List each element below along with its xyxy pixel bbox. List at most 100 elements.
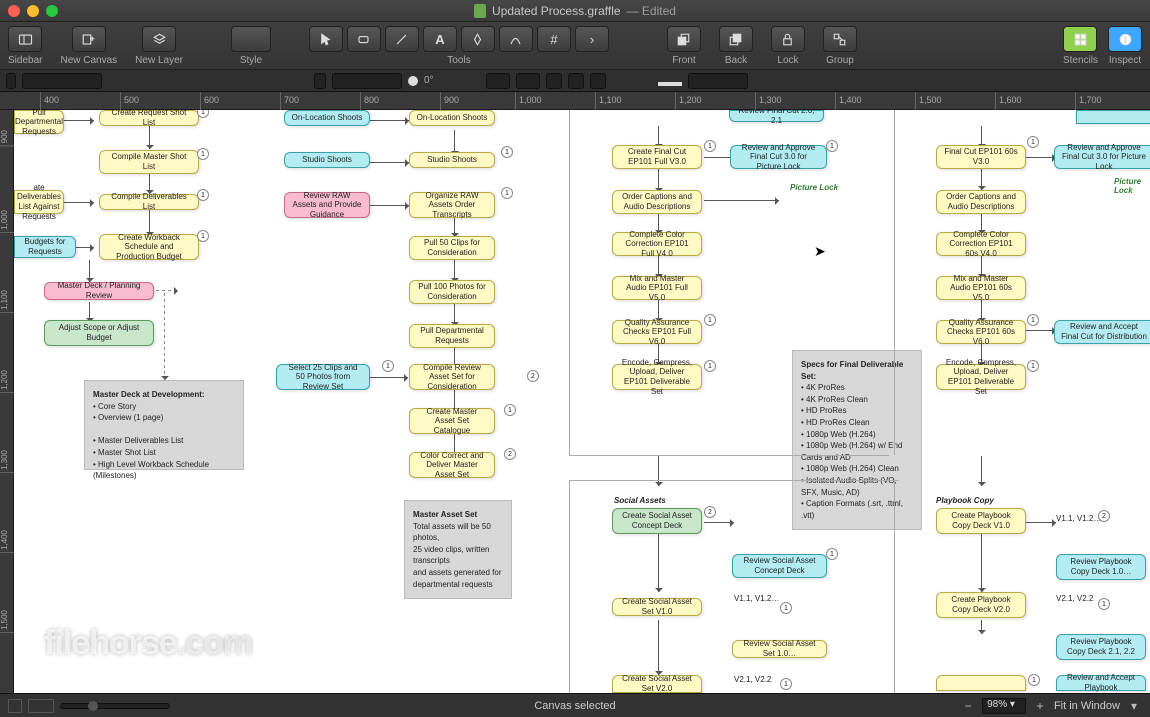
zoom-slider[interactable] <box>60 703 170 709</box>
specs-note[interactable]: Specs for Final Deliverable Set: • 4K Pr… <box>792 350 922 530</box>
flow-node[interactable]: Mix and Master Audio EP101 60s V5.0 <box>936 276 1026 300</box>
flow-node[interactable]: Adjust Scope or Adjust Budget <box>44 320 154 346</box>
flow-node[interactable]: Select 25 Clips and 50 Photos from Revie… <box>276 364 370 390</box>
flow-node[interactable]: Create Social Asset Concept Deck <box>612 508 702 534</box>
send-back-button[interactable] <box>719 26 753 52</box>
ruler-tick: 1,400 <box>835 92 862 110</box>
flow-node[interactable]: On-Location Shoots <box>284 110 370 126</box>
tool-pen[interactable] <box>461 26 495 52</box>
flow-node[interactable]: Quality Assurance Checks EP101 60s V6.0 <box>936 320 1026 344</box>
flow-node[interactable]: Final Cut EP101 60s V3.0 <box>936 145 1026 169</box>
flow-node[interactable]: Review and Accept Final Cut for Distribu… <box>1054 320 1150 344</box>
flow-node[interactable]: Create Request Shot List <box>99 110 199 126</box>
prop-ruler-toggle[interactable] <box>6 73 16 89</box>
flow-node[interactable]: Organize RAW Assets Order Transcripts <box>409 192 495 218</box>
flow-node[interactable]: Create Workback Schedule and Production … <box>99 234 199 260</box>
flow-node[interactable]: Encode, Compress, Upload, Deliver EP101 … <box>936 364 1026 390</box>
badge: 1 <box>1027 314 1039 326</box>
fit-window-button[interactable]: Fit in Window <box>1054 700 1120 712</box>
flow-node[interactable]: On-Location Shoots <box>409 110 495 126</box>
flow-node[interactable]: Review Final Cut 2.0, 2.1 <box>729 110 824 122</box>
zoom-out-icon[interactable]: − <box>960 698 976 714</box>
tool-browse[interactable]: › <box>575 26 609 52</box>
tool-point[interactable] <box>499 26 533 52</box>
flow-node[interactable]: Create Final Cut EP101 Full V3.0 <box>612 145 702 169</box>
flow-node[interactable]: Studio Shoots <box>409 152 495 168</box>
flow-node[interactable]: Review Playbook Copy Deck 2.1, 2.2 <box>1056 634 1146 660</box>
style-swatch-button[interactable] <box>231 26 271 52</box>
canvas-overview-button[interactable] <box>8 699 22 713</box>
prop-stroke[interactable] <box>516 73 540 89</box>
master-asset-note[interactable]: Master Asset Set Total assets will be 50… <box>404 500 512 599</box>
flow-node[interactable]: Review Social Asset Set 1.0… <box>732 640 827 658</box>
flow-node[interactable]: Pull 100 Photos for Consideration <box>409 280 495 304</box>
prop-stroke-style-c[interactable] <box>590 73 606 89</box>
note-title: Master Deck at Development: <box>93 390 205 399</box>
flow-node[interactable]: Create Playbook Copy Deck V1.0 <box>936 508 1026 534</box>
flow-node[interactable]: Create Playbook Copy Deck V2.0 <box>936 592 1026 618</box>
flow-node[interactable] <box>936 675 1026 691</box>
flow-node[interactable]: Review RAW Assets and Provide Guidance <box>284 192 370 218</box>
presentation-button[interactable] <box>28 699 54 713</box>
prop-align-icon[interactable] <box>314 73 326 89</box>
flow-node[interactable]: Complete Color Correction EP101 60s V4.0 <box>936 232 1026 256</box>
flow-node[interactable]: Order Captions and Audio Descriptions <box>612 190 702 214</box>
new-layer-button[interactable] <box>142 26 176 52</box>
tool-select[interactable] <box>309 26 343 52</box>
chevron-down-icon[interactable]: ▾ <box>1126 698 1142 714</box>
flow-node[interactable]: Compile Review Asset Set for Considerati… <box>409 364 495 390</box>
flow-node[interactable]: Compile Deliverables List <box>99 194 199 210</box>
flow-node[interactable]: Review Playbook Copy Deck 1.0… <box>1056 554 1146 580</box>
zoom-in-icon[interactable]: + <box>1032 698 1048 714</box>
prop-line-weight[interactable] <box>688 73 748 89</box>
tool-grid[interactable]: # <box>537 26 571 52</box>
flow-node[interactable]: Review Social Asset Concept Deck <box>732 554 827 578</box>
bring-front-button[interactable] <box>667 26 701 52</box>
group-button[interactable] <box>823 26 857 52</box>
flow-node[interactable]: Compile Master Shot List <box>99 150 199 174</box>
flow-node[interactable]: ate Deliverables List Against Requests <box>14 190 64 214</box>
canvas[interactable]: Pull Departmental Requests Create Reques… <box>14 110 1150 693</box>
ruler-vertical: 900 1,000 1,100 1,200 1,300 1,400 1,500 <box>0 110 14 693</box>
sidebar-toggle-button[interactable] <box>8 26 42 52</box>
flow-node[interactable]: Master Deck / Planning Review <box>44 282 154 300</box>
flow-node[interactable]: Encode, Compress, Upload, Deliver EP101 … <box>612 364 702 390</box>
new-canvas-button[interactable] <box>72 26 106 52</box>
flow-node[interactable]: Pull Departmental Requests <box>409 324 495 348</box>
tool-line[interactable] <box>385 26 419 52</box>
prop-font[interactable] <box>22 73 102 89</box>
window-titlebar: Updated Process.graffle — Edited <box>0 0 1150 22</box>
flow-node[interactable]: Create Master Asset Set Catalogue <box>409 408 495 434</box>
flow-node[interactable]: Complete Color Correction EP101 Full V4.… <box>612 232 702 256</box>
flow-node[interactable]: Budgets for Requests <box>14 236 76 258</box>
connector <box>704 522 734 523</box>
flow-node[interactable]: Review and Accept Playbook <box>1056 675 1146 691</box>
flow-node[interactable]: Pull Departmental Requests <box>14 110 64 134</box>
maximize-icon[interactable] <box>46 5 58 17</box>
flow-node[interactable]: Create Social Asset Set V2.0 <box>612 675 702 693</box>
flow-node[interactable]: Quality Assurance Checks EP101 Full V6.0 <box>612 320 702 344</box>
minimize-icon[interactable] <box>27 5 39 17</box>
flow-node[interactable]: Order Captions and Audio Descriptions <box>936 190 1026 214</box>
flow-node[interactable]: Pull 50 Clips for Consideration <box>409 236 495 260</box>
tool-text[interactable]: A <box>423 26 457 52</box>
flow-node[interactable]: Color Correct and Deliver Master Asset S… <box>409 452 495 478</box>
close-icon[interactable] <box>8 5 20 17</box>
master-deck-note[interactable]: Master Deck at Development: • Core Story… <box>84 380 244 470</box>
lock-button[interactable] <box>771 26 805 52</box>
flow-node[interactable]: Create Social Asset Set V1.0 <box>612 598 702 616</box>
stencils-button[interactable] <box>1063 26 1097 52</box>
prop-fill[interactable] <box>486 73 510 89</box>
flow-node[interactable] <box>1076 110 1150 124</box>
flow-node[interactable]: Mix and Master Audio EP101 Full V5.0 <box>612 276 702 300</box>
rotation-knob-icon[interactable] <box>408 76 418 86</box>
inspect-button[interactable]: i <box>1108 26 1142 52</box>
prop-align-select[interactable] <box>332 73 402 89</box>
flow-node[interactable]: Review and Approve Final Cut 3.0 for Pic… <box>1054 145 1150 169</box>
flow-node[interactable]: Review and Approve Final Cut 3.0 for Pic… <box>730 145 827 169</box>
tool-shape[interactable] <box>347 26 381 52</box>
zoom-select[interactable]: 98% ▾ <box>982 698 1026 714</box>
flow-node[interactable]: Studio Shoots <box>284 152 370 168</box>
prop-stroke-style-b[interactable] <box>568 73 584 89</box>
prop-stroke-style-a[interactable] <box>546 73 562 89</box>
